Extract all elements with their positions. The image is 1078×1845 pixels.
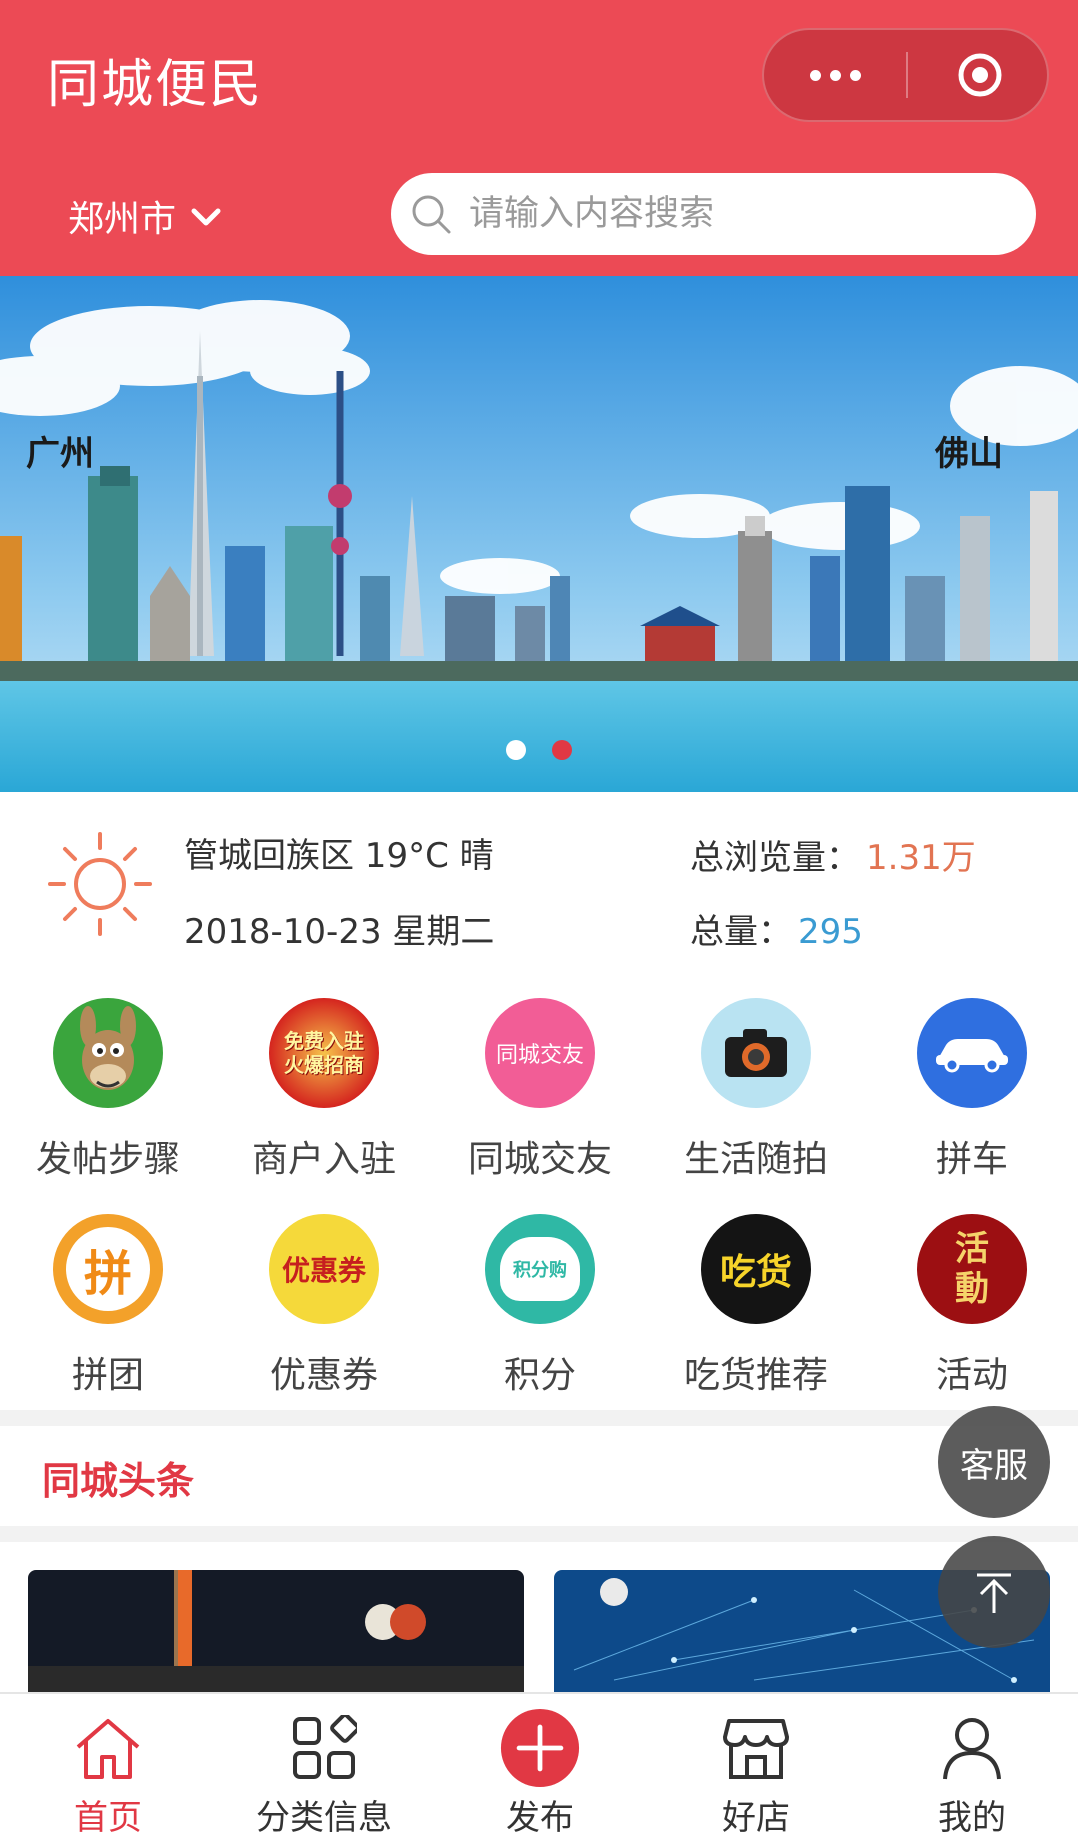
section-headline: 同城头条 <box>42 1459 195 1503</box>
back-to-top-button[interactable] <box>938 1536 1050 1648</box>
group-buy-icon-text: 拼 <box>83 1246 132 1302</box>
carousel-dot[interactable] <box>506 740 526 760</box>
city-skyline-image <box>0 276 1078 792</box>
weather-text: 管城回族区 19°C 晴 <box>184 836 494 876</box>
category-label: 发帖步骤 <box>35 1139 180 1180</box>
mini-program-capsule <box>762 28 1049 122</box>
total-count: 总量： 295 <box>690 904 863 953</box>
total-views: 总浏览量： 1.31万 <box>690 830 976 879</box>
points-bag-icon: 积分购 <box>485 1214 595 1324</box>
banner-label-right: 佛山 <box>935 434 1003 474</box>
dating-icon-text: 同城交友 <box>495 1043 584 1068</box>
coupon-icon-text: 优惠券 <box>281 1254 366 1287</box>
category-points[interactable]: 积分购 积分 <box>432 1206 648 1416</box>
app-header: 同城便民 郑州市 <box>0 0 1078 276</box>
news-card-thumbnail[interactable] <box>28 1570 524 1694</box>
tab-categories[interactable]: 分类信息 <box>216 1694 432 1845</box>
capsule-divider <box>906 52 908 98</box>
search-icon <box>401 184 461 244</box>
carousel-indicator <box>0 740 1078 760</box>
merchant-join-icon: 免费入驻 火爆招商 <box>269 998 379 1108</box>
category-label: 积分 <box>503 1355 576 1396</box>
more-menu-button[interactable] <box>764 30 906 120</box>
search-input[interactable] <box>467 193 991 235</box>
user-icon <box>932 1708 1012 1788</box>
category-life-photos[interactable]: 生活随拍 <box>648 990 864 1200</box>
category-label: 同城交友 <box>467 1139 612 1180</box>
views-value: 1.31万 <box>866 838 976 878</box>
city-name: 郑州市 <box>68 199 177 240</box>
tab-shops[interactable]: 好店 <box>648 1694 864 1845</box>
category-dating[interactable]: 同城交友 同城交友 <box>432 990 648 1200</box>
customer-service-button[interactable]: 客服 <box>938 1406 1050 1518</box>
city-selector[interactable]: 郑州市 <box>68 190 222 242</box>
total-label: 总量： <box>690 912 792 952</box>
banner-label-left: 广州 <box>26 434 94 474</box>
tab-label: 首页 <box>74 1798 142 1838</box>
category-foodie[interactable]: 吃货 吃货推荐 <box>648 1206 864 1416</box>
camera-icon <box>701 998 811 1108</box>
category-merchant-join[interactable]: 免费入驻 火爆招商 商户入驻 <box>216 990 432 1200</box>
weather-stats-panel: 管城回族区 19°C 晴 2018-10-23 星期二 总浏览量： 1.31万 总… <box>0 792 1078 982</box>
activity-icon-text: 活動 <box>955 1229 989 1309</box>
category-carpool[interactable]: 拼车 <box>864 990 1078 1200</box>
section-divider <box>0 1526 1078 1542</box>
category-group-buy[interactable]: 拼 拼团 <box>0 1206 216 1416</box>
tab-label: 好店 <box>722 1798 790 1838</box>
category-post-steps[interactable]: 发帖步骤 <box>0 990 216 1200</box>
banner-carousel[interactable]: 广州 佛山 <box>0 276 1078 792</box>
shop-icon <box>716 1708 796 1788</box>
category-label: 拼团 <box>71 1355 144 1396</box>
car-icon <box>917 998 1027 1108</box>
search-bar[interactable] <box>391 173 1036 255</box>
tab-home[interactable]: 首页 <box>0 1694 216 1845</box>
donkey-icon <box>53 998 163 1108</box>
merchant-join-icon-text: 免费入驻 火爆招商 <box>284 1029 364 1077</box>
category-grid-icon <box>284 1708 364 1788</box>
app-title: 同城便民 <box>47 55 264 115</box>
category-label: 拼车 <box>935 1139 1008 1180</box>
tab-publish[interactable]: 发布 <box>432 1694 648 1845</box>
tab-label: 分类信息 <box>256 1798 392 1838</box>
category-coupon[interactable]: 优惠券 优惠券 <box>216 1206 432 1416</box>
carousel-dot-active[interactable] <box>552 740 572 760</box>
home-icon <box>68 1708 148 1788</box>
category-label: 活动 <box>935 1355 1008 1396</box>
points-bag-icon-text: 积分购 <box>513 1260 567 1281</box>
category-label: 吃货推荐 <box>683 1355 828 1396</box>
foodie-icon: 吃货 <box>701 1214 811 1324</box>
arrow-up-icon <box>977 1573 1011 1613</box>
bottom-tab-bar: 首页 分类信息 发布 好店 我的 <box>0 1692 1078 1845</box>
plus-icon <box>500 1708 580 1788</box>
close-target-icon[interactable] <box>956 51 1004 99</box>
tab-label: 我的 <box>938 1798 1006 1838</box>
night-sky-image <box>28 1570 524 1694</box>
activity-icon: 活動 <box>917 1214 1027 1324</box>
date-text: 2018-10-23 星期二 <box>184 912 495 952</box>
category-label: 优惠券 <box>269 1355 378 1396</box>
customer-service-label: 客服 <box>960 1445 1028 1486</box>
views-label: 总浏览量： <box>690 838 860 878</box>
total-value: 295 <box>798 912 863 952</box>
tab-profile[interactable]: 我的 <box>864 1694 1078 1845</box>
foodie-icon-text: 吃货 <box>719 1252 792 1293</box>
category-label: 生活随拍 <box>683 1139 828 1180</box>
category-label: 商户入驻 <box>251 1139 396 1180</box>
group-buy-icon: 拼 <box>53 1214 163 1324</box>
category-activity[interactable]: 活動 活动 <box>864 1206 1078 1416</box>
section-divider <box>0 1410 1078 1426</box>
dating-icon: 同城交友 <box>485 998 595 1108</box>
sun-icon <box>48 832 152 936</box>
tab-label: 发布 <box>506 1798 574 1838</box>
chevron-down-icon <box>191 208 221 226</box>
coupon-icon: 优惠券 <box>269 1214 379 1324</box>
